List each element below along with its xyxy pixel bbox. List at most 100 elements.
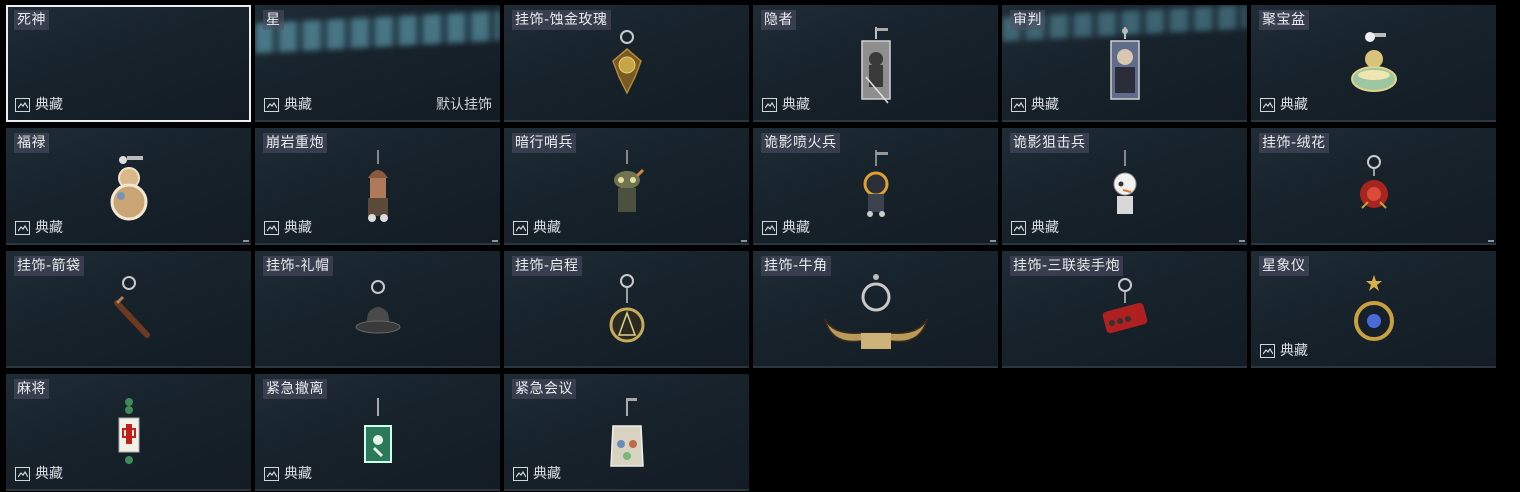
shine-effect bbox=[255, 10, 500, 54]
charm-card-judgement[interactable]: 审判 典藏 bbox=[1002, 5, 1247, 122]
charm-card-sentinel[interactable]: 暗行哨兵 典藏 bbox=[504, 128, 749, 245]
charm-name: 诡影喷火兵 bbox=[761, 133, 840, 153]
collection-label: 典藏 bbox=[284, 97, 312, 113]
charm-name: 挂饰-绒花 bbox=[1259, 133, 1329, 153]
collection-label: 典藏 bbox=[35, 220, 63, 236]
collection-icon bbox=[513, 221, 528, 235]
charm-name: 福禄 bbox=[14, 133, 49, 153]
collection-label: 典藏 bbox=[284, 466, 312, 482]
charm-name: 挂饰-启程 bbox=[512, 256, 582, 276]
collection-badge: 典藏 bbox=[1260, 342, 1308, 360]
charm-name: 暗行哨兵 bbox=[512, 133, 576, 153]
charm-card-emergency-meeting[interactable]: 紧急会议 典藏 bbox=[504, 374, 749, 491]
astrolabe-charm-icon bbox=[1353, 275, 1394, 341]
triple-hand-cannon-charm-icon bbox=[1102, 278, 1147, 334]
collection-label: 典藏 bbox=[1031, 97, 1059, 113]
collection-icon bbox=[264, 98, 279, 112]
charm-name: 紧急会议 bbox=[512, 379, 576, 399]
hermit-card-charm-icon bbox=[860, 27, 891, 104]
collection-badge: 典藏 bbox=[1260, 96, 1308, 114]
collection-label: 典藏 bbox=[1280, 97, 1308, 113]
charm-card-treasure-bowl[interactable]: 聚宝盆 典藏 bbox=[1251, 5, 1496, 122]
charm-card-reaper[interactable]: 死神 典藏 bbox=[6, 5, 251, 122]
collection-badge: 典藏 bbox=[264, 96, 312, 114]
default-charm-label: 默认挂饰 bbox=[436, 97, 492, 113]
collection-label: 典藏 bbox=[782, 220, 810, 236]
collection-icon bbox=[1011, 98, 1026, 112]
collection-badge: 典藏 bbox=[264, 219, 312, 237]
charm-card-star[interactable]: 星 典藏 默认挂饰 bbox=[255, 5, 500, 122]
charm-card-gold-rose[interactable]: 挂饰-蚀金玫瑰 bbox=[504, 5, 749, 122]
collection-label: 典藏 bbox=[35, 97, 63, 113]
charm-name: 聚宝盆 bbox=[1259, 10, 1309, 30]
collection-badge: 典藏 bbox=[264, 465, 312, 483]
charm-card-heavy-cannon[interactable]: 崩岩重炮 典藏 bbox=[255, 128, 500, 245]
charm-card-sniper[interactable]: 诡影狙击兵 典藏 bbox=[1002, 128, 1247, 245]
card-corner-mark bbox=[1239, 240, 1245, 242]
charm-card-flamethrower[interactable]: 诡影喷火兵 典藏 bbox=[753, 128, 998, 245]
charm-name: 隐者 bbox=[761, 10, 796, 30]
charm-name: 审判 bbox=[1010, 10, 1045, 30]
flamethrower-figure-charm-icon bbox=[863, 150, 888, 217]
collection-icon bbox=[264, 221, 279, 235]
charm-card-gourd[interactable]: 福禄 典藏 bbox=[6, 128, 251, 245]
collection-icon bbox=[1260, 98, 1275, 112]
charm-name: 麻将 bbox=[14, 379, 49, 399]
charm-name: 紧急撤离 bbox=[263, 379, 327, 399]
charm-name: 崩岩重炮 bbox=[263, 133, 327, 153]
collection-badge: 典藏 bbox=[15, 465, 63, 483]
sentinel-figure-charm-icon bbox=[613, 150, 644, 212]
charm-name: 挂饰-箭袋 bbox=[14, 256, 84, 276]
collection-badge: 典藏 bbox=[1011, 96, 1059, 114]
collection-label: 典藏 bbox=[1280, 343, 1308, 359]
quiver-charm-icon bbox=[113, 276, 150, 338]
top-hat-charm-icon bbox=[355, 280, 400, 334]
charm-card-astrolabe[interactable]: 星象仪 典藏 bbox=[1251, 251, 1496, 368]
collection-icon bbox=[513, 467, 528, 481]
card-corner-mark bbox=[243, 240, 249, 242]
collection-badge: 典藏 bbox=[15, 219, 63, 237]
charm-card-bull-horns[interactable]: 挂饰-牛角 bbox=[753, 251, 998, 368]
emergency-exit-charm-icon bbox=[363, 398, 392, 463]
card-corner-mark bbox=[741, 240, 747, 242]
charm-card-hermit[interactable]: 隐者 典藏 bbox=[753, 5, 998, 122]
charm-card-emergency-exit[interactable]: 紧急撤离 典藏 bbox=[255, 374, 500, 491]
collection-icon bbox=[1011, 221, 1026, 235]
collection-label: 典藏 bbox=[782, 97, 810, 113]
collection-badge: 典藏 bbox=[762, 96, 810, 114]
charm-card-quiver[interactable]: 挂饰-箭袋 bbox=[6, 251, 251, 368]
collection-badge: 典藏 bbox=[513, 465, 561, 483]
collection-icon bbox=[264, 467, 279, 481]
charm-name: 诡影狙击兵 bbox=[1010, 133, 1089, 153]
collection-label: 典藏 bbox=[284, 220, 312, 236]
treasure-bowl-charm-icon bbox=[1350, 32, 1397, 92]
collection-badge: 典藏 bbox=[762, 219, 810, 237]
charm-name: 星象仪 bbox=[1259, 256, 1309, 276]
card-corner-mark bbox=[1488, 240, 1494, 242]
collection-icon bbox=[15, 98, 30, 112]
collection-icon bbox=[762, 221, 777, 235]
red-flower-charm-icon bbox=[1359, 155, 1388, 209]
bull-horns-charm-icon bbox=[823, 274, 928, 349]
charm-name: 星 bbox=[263, 10, 284, 30]
collection-badge: 典藏 bbox=[1011, 219, 1059, 237]
charm-card-triple-cannon[interactable]: 挂饰-三联装手炮 bbox=[1002, 251, 1247, 368]
sniper-figure-charm-icon bbox=[1113, 150, 1136, 214]
card-corner-mark bbox=[990, 240, 996, 242]
compass-medal-charm-icon bbox=[609, 274, 644, 343]
judgement-card-charm-icon bbox=[1109, 27, 1140, 100]
charm-name: 挂饰-礼帽 bbox=[263, 256, 333, 276]
collection-label: 典藏 bbox=[1031, 220, 1059, 236]
collection-label: 典藏 bbox=[533, 466, 561, 482]
heavy-cannon-figure-charm-icon bbox=[367, 150, 388, 222]
gold-rose-charm-icon bbox=[611, 30, 642, 95]
collection-icon bbox=[762, 98, 777, 112]
collection-icon bbox=[1260, 344, 1275, 358]
charm-card-red-flower[interactable]: 挂饰-绒花 bbox=[1251, 128, 1496, 245]
collection-label: 典藏 bbox=[533, 220, 561, 236]
gourd-charm-icon bbox=[110, 156, 147, 221]
charm-card-departure[interactable]: 挂饰-启程 bbox=[504, 251, 749, 368]
charm-card-mahjong[interactable]: 麻将 典藏 bbox=[6, 374, 251, 491]
charm-card-top-hat[interactable]: 挂饰-礼帽 bbox=[255, 251, 500, 368]
mahjong-tile-charm-icon bbox=[118, 398, 139, 464]
